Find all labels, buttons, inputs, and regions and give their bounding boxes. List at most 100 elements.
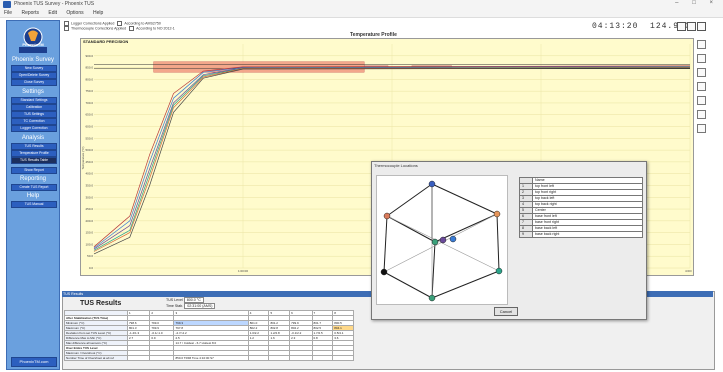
tc-point[interactable] — [380, 268, 388, 276]
zoom-out-icon[interactable] — [697, 54, 706, 63]
thermocouple-list: Name 1 top front left 2 top front right 3 top … — [519, 177, 643, 238]
tc-point[interactable] — [449, 235, 457, 243]
website-link[interactable]: PhoenixTM.com — [11, 357, 57, 367]
tc-point[interactable] — [428, 294, 436, 302]
tus-level-row: TUS Level 800.0 °C Time Stab. 02:31:00 (… — [166, 297, 216, 309]
view-button-icon[interactable] — [677, 22, 686, 31]
sidebar-btn-open-survey[interactable]: Open/Delete Survey — [11, 72, 57, 79]
minimize-icon[interactable]: – — [675, 0, 684, 6]
x-tick-label: 4:00:00 — [685, 269, 692, 273]
maximize-icon[interactable]: □ — [692, 0, 702, 6]
menu-options[interactable]: Options — [66, 10, 83, 16]
tc-name: base back right — [532, 231, 643, 238]
checkbox-tc-corrections[interactable] — [64, 26, 69, 31]
cancel-button[interactable]: Cancel — [494, 307, 518, 316]
sidebar-btn-standard-settings[interactable]: Standard Settings — [11, 97, 57, 104]
close-icon[interactable]: × — [709, 0, 719, 6]
table-cell: 850.0 TRIM Time 4:10:00 S7 — [173, 355, 249, 361]
sidebar-btn-logger-correction[interactable]: Logger Correction — [11, 125, 57, 132]
view-buttons — [677, 22, 707, 33]
reset-view-icon[interactable] — [697, 96, 706, 105]
sidebar-btn-calibration[interactable]: Calibration — [11, 104, 57, 111]
sidebar-btn-tus-settings[interactable]: TUS Settings — [11, 111, 57, 118]
sidebar-btn-show-report[interactable]: Show Report — [11, 167, 57, 174]
y-tick-label: 800.0 — [85, 77, 93, 81]
table-cell — [149, 355, 175, 361]
legend-item: Logger Corrections Applied — [71, 21, 115, 26]
y-tick-label: 850.0 — [85, 66, 93, 70]
app-icon — [3, 1, 11, 8]
y-tick-label: 150.0 — [85, 231, 93, 235]
tc-point[interactable] — [495, 267, 503, 275]
sidebar-logo-text: PhoenixTM — [22, 42, 44, 47]
tc-point[interactable] — [493, 210, 501, 218]
legend-item: Thermocouple Corrections Applied — [71, 26, 127, 31]
menu-reports[interactable]: Reports — [21, 10, 39, 16]
table-cell — [332, 355, 354, 361]
menu-help[interactable]: Help — [93, 10, 103, 16]
y-tick-label: 350.0 — [85, 183, 93, 187]
cursor-icon[interactable] — [697, 82, 706, 91]
list-item[interactable]: 9 base back right — [519, 231, 643, 238]
y-axis-label: Temperature (°C) — [81, 146, 85, 169]
menu-file[interactable]: File — [4, 10, 12, 16]
title-bar: Phoenix TUS Survey - Phoenix TUS – □ × — [0, 0, 723, 9]
dialog-title: Thermocouple Locations — [374, 163, 418, 168]
sidebar-btn-tc-correction[interactable]: TC Correction — [11, 118, 57, 125]
sidebar-heading-settings: Settings — [22, 89, 44, 95]
menu-bar: File Reports Edit Options Help — [0, 9, 723, 18]
y-tick-label: 50.0 — [87, 254, 93, 258]
tc-number: 9 — [519, 231, 533, 238]
menu-edit[interactable]: Edit — [48, 10, 57, 16]
sidebar-btn-temperature-profile[interactable]: Temperature Profile — [11, 150, 57, 157]
tc-point[interactable] — [383, 212, 391, 220]
table-cell — [126, 355, 151, 361]
legend-item: According to NO 2012-1 — [136, 26, 175, 31]
tc-point[interactable] — [431, 238, 439, 246]
sidebar-btn-close-survey[interactable]: Close Survey — [11, 79, 57, 86]
table-row: Number Time of Overshoot at a/t ref 850.0… — [64, 355, 354, 361]
sidebar-btn-tus-results-table[interactable]: TUS Results Table — [11, 157, 57, 164]
sidebar-btn-tus-manual[interactable]: TUS Manual — [11, 201, 57, 208]
y-tick-label: 400.0 — [85, 172, 93, 176]
window-title: Phoenix TUS Survey - Phoenix TUS — [14, 1, 95, 7]
pan-icon[interactable] — [697, 68, 706, 77]
y-tick-label: 500.0 — [85, 148, 93, 152]
row-label: Number Time of Overshoot at a/t ref — [64, 355, 128, 361]
table-cell — [268, 355, 291, 361]
y-tick-label: 300.0 — [85, 195, 93, 199]
chart-toolbar — [697, 40, 706, 138]
sidebar-btn-new-survey[interactable]: New Survey — [11, 65, 57, 72]
sidebar-heading-reporting: Reporting — [19, 176, 46, 182]
table-cell — [247, 355, 270, 361]
precision-label: STANDARD PRECISION — [83, 39, 129, 44]
tc-point[interactable] — [439, 236, 447, 244]
time-display: 04:13:20 124.9°C — [592, 22, 691, 31]
sidebar-heading-analysis: Analysis — [21, 135, 45, 141]
y-tick-label: 700.0 — [85, 101, 93, 105]
export-icon[interactable] — [697, 124, 706, 133]
clock-time: 04:13:20 — [592, 22, 639, 31]
print-icon[interactable] — [697, 110, 706, 119]
y-tick-label: 900.0 — [85, 54, 93, 58]
legend-item: According to AMS2750 — [124, 21, 161, 26]
checkbox-no2012[interactable] — [129, 26, 135, 31]
tc-point[interactable] — [428, 180, 436, 188]
y-tick-label: 750.0 — [85, 89, 93, 93]
tus-results-table: 1 2 3 4 5 6 7 8 After Stabilization (TUS Time) Mi… — [64, 310, 354, 361]
sidebar-heading-help: Help — [26, 193, 40, 199]
x-tick-label: 1:00:00 — [238, 269, 248, 273]
table-cell — [311, 355, 334, 361]
y-tick-label: 200.0 — [85, 219, 93, 223]
sidebar: PhoenixTM Phoenix Survey New Survey Open… — [6, 20, 60, 370]
zoom-in-icon[interactable] — [697, 40, 706, 49]
y-tick-label: 550.0 — [85, 136, 93, 140]
window-controls: – □ × — [675, 0, 719, 6]
view-button-icon[interactable] — [697, 22, 706, 31]
tus-results-title: TUS Results — [80, 300, 122, 307]
sidebar-btn-tus-results[interactable]: TUS Results — [11, 143, 57, 150]
y-tick-label: 450.0 — [85, 160, 93, 164]
view-button-icon[interactable] — [687, 22, 696, 31]
sidebar-btn-create-report[interactable]: Create TUS Report — [11, 184, 57, 191]
tus-level-label: TUS Level — [166, 298, 183, 302]
